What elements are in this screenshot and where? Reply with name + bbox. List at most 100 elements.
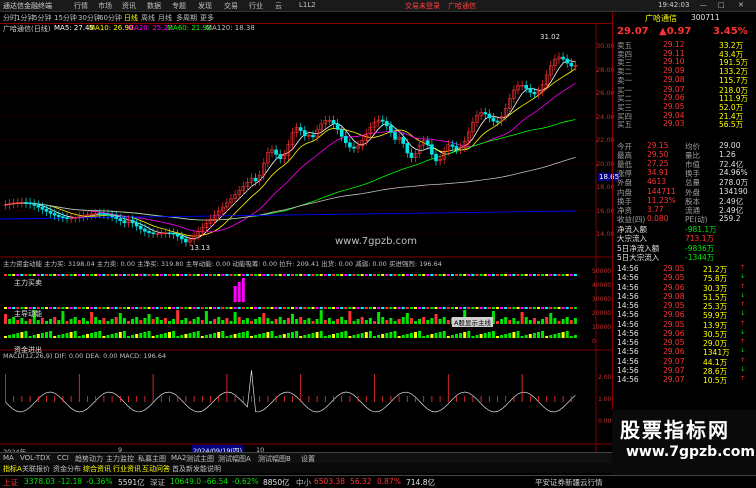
indicator-tab[interactable]: VOL-TDX <box>20 454 50 462</box>
cash-bar <box>20 332 24 338</box>
candle-body <box>40 206 45 210</box>
cash-bar <box>40 333 44 338</box>
signal-dot <box>377 274 381 276</box>
signal-dot <box>291 274 294 276</box>
signal-dot <box>250 274 253 276</box>
kline-chart[interactable] <box>0 24 612 452</box>
cash-bar <box>241 332 245 338</box>
menu-item-trade[interactable]: 交易 <box>224 1 238 11</box>
cash-bar <box>172 331 176 338</box>
signal-dot <box>524 307 528 309</box>
cash-bar <box>360 333 364 338</box>
kinetic-bar <box>127 321 130 324</box>
menu-item-market[interactable]: 行情 <box>74 1 88 11</box>
signal-dot <box>471 307 475 309</box>
period-tab[interactable]: 60分钟 <box>99 13 122 23</box>
period-tab-active[interactable]: 日线 <box>124 13 138 23</box>
ask-row[interactable]: 卖一 29.08 115.7万 <box>615 75 755 85</box>
signal-dot <box>401 307 405 309</box>
cash-bar <box>430 334 434 338</box>
signal-dot <box>356 274 360 276</box>
menu-item-news[interactable]: 资讯 <box>122 1 136 11</box>
stat-value: 29.15 <box>647 141 669 150</box>
info-tab[interactable]: 指标A <box>3 464 22 474</box>
kinetic-bar <box>405 313 409 324</box>
kinetic-bar <box>340 317 344 324</box>
cash-bar <box>209 334 212 338</box>
info-tab[interactable]: 综合资讯 <box>83 464 111 474</box>
cash-bar <box>307 334 311 338</box>
tick-time: 14:56 <box>617 291 639 301</box>
menu-item-l1l2[interactable]: L1L2 <box>299 1 316 9</box>
zx-label[interactable]: 中小 <box>296 477 311 488</box>
tooltip: A股显示主线 <box>452 317 493 327</box>
info-tab[interactable]: 行业资讯 <box>113 464 141 474</box>
quote-header: 广哈通信 300711 <box>615 13 755 23</box>
cash-bar <box>471 336 475 338</box>
cash-bar <box>483 333 487 338</box>
menu-item-markets[interactable]: 市场 <box>98 1 112 11</box>
info-tab[interactable]: 首及新发能说明 <box>172 464 221 474</box>
kinetic-bar <box>81 318 85 324</box>
menu-item-discover[interactable]: 发现 <box>198 1 212 11</box>
indicator-tab[interactable]: MA <box>3 454 14 462</box>
bid-row[interactable]: 买五 29.03 56.5万 <box>615 119 755 129</box>
candle-body <box>65 217 69 219</box>
signal-dot <box>479 274 483 276</box>
more-periods[interactable]: 更多 <box>200 13 214 23</box>
trade-status[interactable]: 交易未登录 <box>405 1 440 11</box>
maximize-icon[interactable]: □ <box>718 1 725 9</box>
signal-dot <box>20 274 24 276</box>
bid-price: 29.04 <box>663 110 685 120</box>
cash-bar <box>438 332 442 338</box>
cash-bar <box>516 331 520 338</box>
cash-bar <box>155 335 159 338</box>
period-tab[interactable]: 周线 <box>141 13 155 23</box>
period-tab[interactable]: 分时 <box>3 13 17 23</box>
indicator-tab[interactable]: MA2 <box>171 454 186 462</box>
cash-bar <box>532 333 536 338</box>
candle-body <box>147 230 151 234</box>
signal-dot <box>561 307 565 309</box>
last-price: 29.07 <box>617 26 649 37</box>
period-tab[interactable]: 月线 <box>158 13 172 23</box>
tick-time: 14:56 <box>617 338 639 347</box>
period-tab[interactable]: 5分钟 <box>33 13 51 23</box>
sh-label[interactable]: 上证 <box>3 477 18 488</box>
kinetic-bar <box>180 320 184 324</box>
signal-dot <box>422 274 426 276</box>
menu-item-cloud[interactable]: 云 <box>275 1 282 11</box>
kinetic-bar <box>352 321 356 324</box>
sz-label[interactable]: 深证 <box>150 477 165 488</box>
info-tab[interactable]: 互动问答 <box>142 464 170 474</box>
cash-bar <box>8 335 12 338</box>
period-tab[interactable]: 多周期 <box>176 13 197 23</box>
cash-bar <box>266 332 270 338</box>
cash-bar <box>147 331 151 338</box>
menu-item-industry[interactable]: 行业 <box>249 1 263 11</box>
kinetic-bar <box>213 319 217 324</box>
stat-value: 34.91 <box>647 168 669 178</box>
close-icon[interactable]: ✕ <box>738 1 744 9</box>
period-tab[interactable]: 15分钟 <box>54 13 77 23</box>
cash-bar <box>512 332 516 338</box>
signal-dot <box>114 307 118 309</box>
cash-bar <box>163 333 167 338</box>
kinetic-bar <box>418 319 422 324</box>
indicator-tab[interactable]: CCI <box>57 454 69 462</box>
candle-body <box>110 214 114 217</box>
cash-bar <box>496 336 499 338</box>
kinetic-bar <box>86 321 89 324</box>
menu-item-topics[interactable]: 专题 <box>172 1 186 11</box>
signal-dot <box>352 307 356 309</box>
signal-dot <box>373 274 376 276</box>
period-tab[interactable]: 30分钟 <box>78 13 101 23</box>
info-tab[interactable]: 资金分布 <box>53 464 81 474</box>
signal-dot <box>102 274 106 276</box>
signal-dot <box>86 274 89 276</box>
signal-dot <box>172 274 176 276</box>
menu-item-data[interactable]: 数据 <box>147 1 161 11</box>
period-tab[interactable]: 1分钟 <box>16 13 34 23</box>
info-tab[interactable]: 关联报价 <box>22 464 50 474</box>
minimize-icon[interactable]: — <box>700 1 707 9</box>
